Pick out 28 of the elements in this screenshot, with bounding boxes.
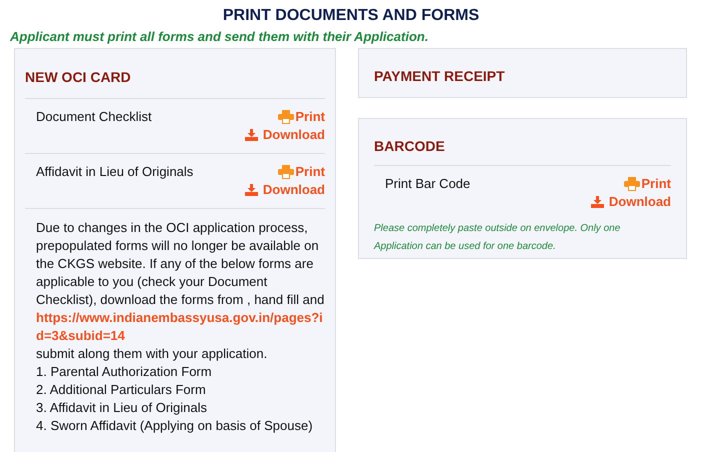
form-list-item: 4. Sworn Affidavit (Applying on basis of Spouse) [36, 417, 314, 435]
barcode-note: Please completely paste outside on envelope. Only one Application can be used for one barcode. [374, 222, 622, 254]
download-link[interactable]: Download [590, 193, 671, 211]
info-text: submit along them with your application. [36, 345, 268, 363]
page-title: PRINT DOCUMENTS AND FORMS [222, 6, 480, 26]
website-link[interactable]: https://www.indianembassyusa.gov.in/pages?id=3&subid=14 [36, 309, 325, 345]
document-name: Affidavit in Lieu of Originals [36, 163, 194, 181]
print-link[interactable]: Print [278, 108, 325, 126]
form-list-item: 2. Additional Particulars Form [36, 381, 207, 399]
printer-icon [278, 165, 294, 179]
form-list-item: 1. Parental Authorization Form [36, 363, 213, 381]
notice-text: Applicant must print all forms and send them with their Application. [8, 28, 430, 46]
info-text: Due to changes in the OCI application process, prepopulated forms will no longer be available on the CKGS website. If any of the below forms are applicable to you (check your Document Checklist), download the forms from , hand fill and [36, 219, 325, 309]
card-title: NEW OCI CARD [25, 49, 325, 99]
document-name: Document Checklist [36, 108, 152, 126]
print-link[interactable]: Print [278, 163, 325, 181]
download-link[interactable]: Download [244, 126, 325, 144]
printer-icon [278, 110, 294, 124]
download-icon [590, 196, 604, 208]
printer-icon [624, 177, 640, 191]
download-icon [244, 184, 258, 196]
download-link[interactable]: Download [244, 181, 325, 199]
card-title: PAYMENT RECEIPT [374, 67, 506, 86]
document-name: Print Bar Code [385, 175, 470, 193]
card-title: BARCODE [374, 136, 671, 166]
form-list-item: 3. Affidavit in Lieu of Originals [36, 399, 208, 417]
print-link[interactable]: Print [624, 175, 671, 193]
download-icon [244, 129, 258, 141]
